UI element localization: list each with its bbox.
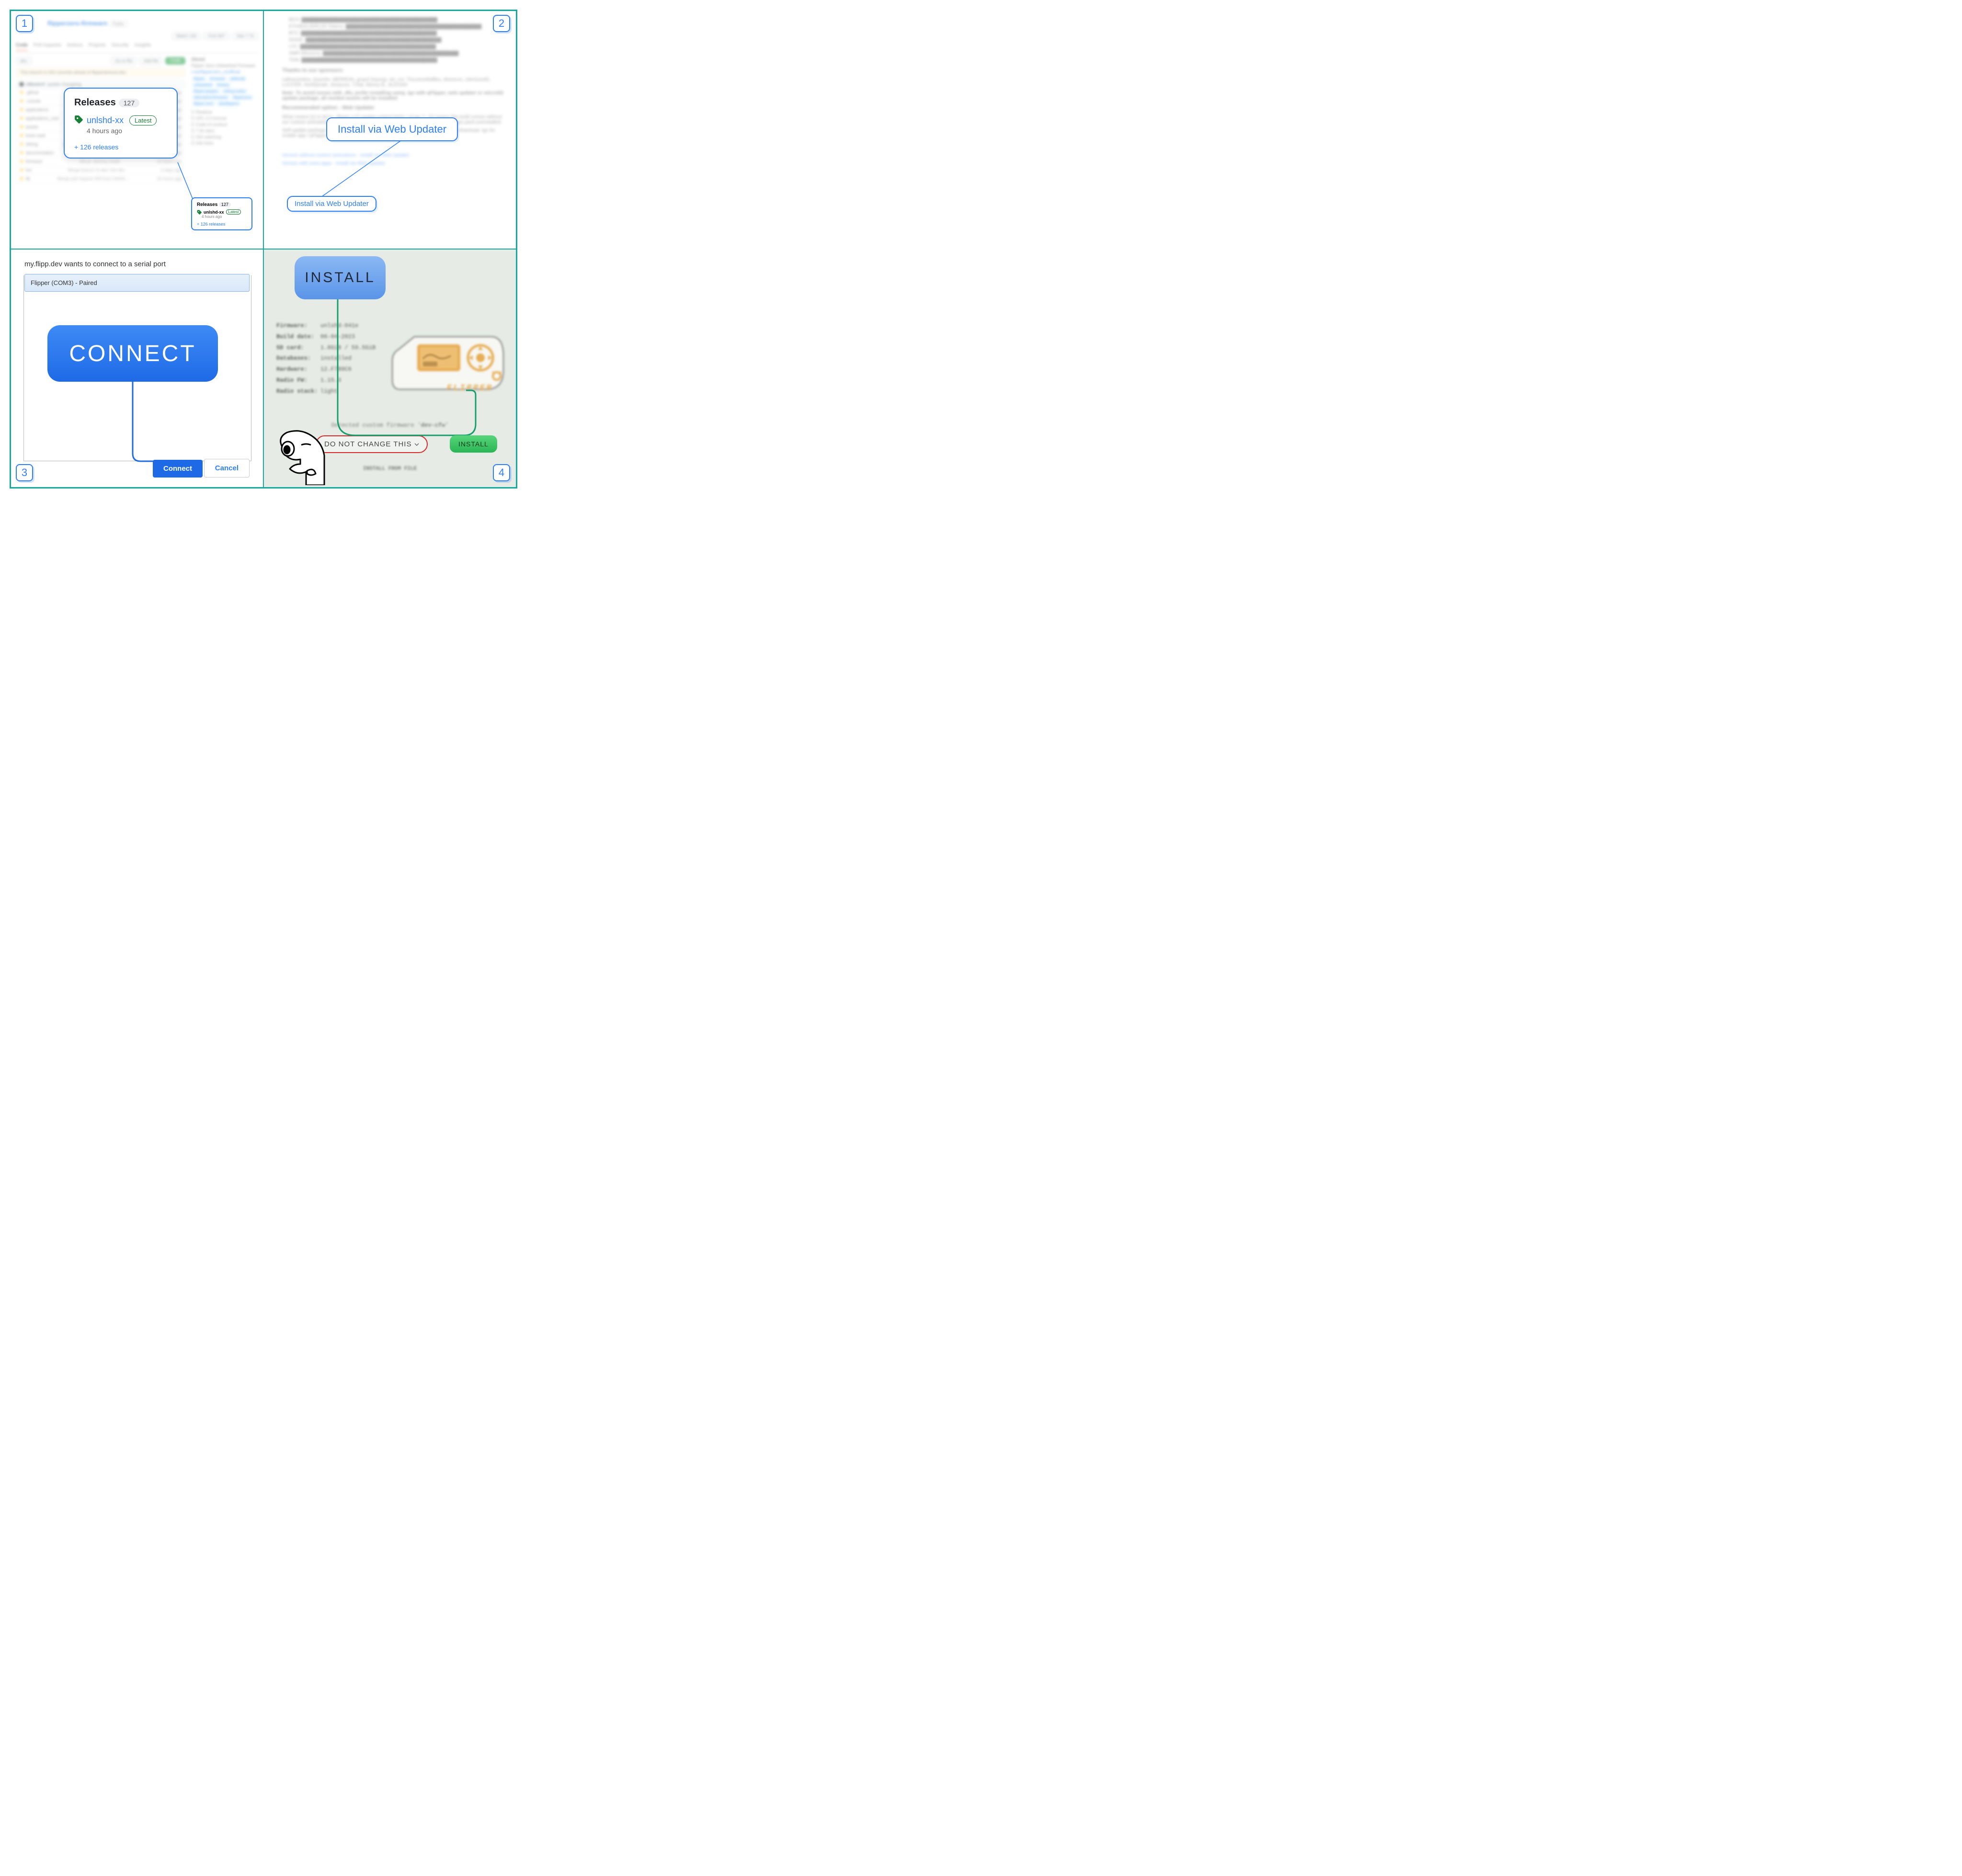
donation-address: BTC: ███████████████████████████████████… (289, 31, 506, 36)
donation-address: DOGE: ██████████████████████████████████… (289, 37, 506, 43)
releases-count-mini: 127 (219, 202, 231, 207)
topic-tag[interactable]: flipper (192, 76, 207, 81)
instruction-grid: 1 flipperzero-firmwarePublic Watch 132 F… (10, 10, 517, 489)
star-button[interactable]: Star 7.7k (232, 32, 258, 40)
step-badge-2: 2 (493, 15, 510, 32)
flipper-brand-label: FLIPPER (446, 384, 493, 393)
dolphin-mascot-icon (273, 428, 335, 485)
step-badge-1: 1 (16, 15, 33, 32)
tab-projects[interactable]: Projects (89, 43, 106, 51)
sidebar-meta-item[interactable]: ⎘ 646 forks (191, 141, 258, 146)
dnc-label: DO NOT CHANGE THIS (324, 440, 411, 448)
commit-author[interactable]: xMasterX (26, 82, 45, 87)
topic-tag[interactable]: darkflippers (217, 101, 241, 106)
tab-code[interactable]: Code (16, 43, 28, 51)
donation-address: LTC: ███████████████████████████████████… (289, 44, 506, 49)
install-button[interactable]: INSTALL (450, 435, 497, 453)
topic-tag[interactable]: rolling-codes (221, 89, 248, 94)
tab-insights[interactable]: Insights (135, 43, 151, 51)
recommended-heading: Recommended option - Web Updater (282, 105, 506, 111)
tab-actions[interactable]: Actions (67, 43, 83, 51)
release-name[interactable]: unlshd-xx (87, 115, 124, 125)
topic-tag[interactable]: flipperzero (231, 95, 253, 100)
donation-address: ETH/BSC/ERC20-Tokens: ██████████████████… (289, 24, 506, 29)
leader-line (131, 382, 188, 463)
release-name-mini[interactable]: unlshd-xx (204, 210, 224, 215)
sidebar-meta-item[interactable]: ⎘ 324 watching (191, 135, 258, 140)
release-age-mini: 4 hours ago (202, 215, 247, 219)
code-button[interactable]: Code (165, 57, 185, 65)
go-to-file-button[interactable]: Go to file (111, 57, 137, 65)
file-row[interactable]: furiMerge branch 'fz-dev' into dev3 days… (16, 166, 185, 175)
sidebar-meta-item[interactable]: ⎘ 7.2k stars (191, 128, 258, 134)
step-panel-1: 1 flipperzero-firmwarePublic Watch 132 F… (11, 11, 263, 249)
cancel-button[interactable]: Cancel (204, 459, 250, 478)
branch-ahead-note: This branch is 943 commits ahead of flip… (16, 68, 185, 77)
chevron-down-icon (414, 442, 419, 447)
install-callout-zoom: INSTALL (295, 256, 386, 299)
releases-count: 127 (119, 99, 139, 107)
connect-button[interactable]: Connect (153, 460, 203, 478)
sidebar-meta-item[interactable]: ⎘ Code of conduct (191, 122, 258, 127)
topic-tag[interactable]: flipper-plugins (192, 89, 220, 94)
donation-address: TON: ███████████████████████████████████… (289, 57, 506, 63)
releases-heading-mini: Releases (197, 202, 217, 207)
more-releases-link[interactable]: + 126 releases (74, 143, 167, 151)
topic-tag[interactable]: keeloq (215, 82, 231, 88)
releases-heading: Releases (74, 97, 116, 108)
donation-address: BCH: ███████████████████████████████████… (289, 17, 506, 23)
thanks-body: callmezimbra, Quen0n, MERRON, grvpvl (lv… (282, 77, 506, 88)
step-panel-3: 3 my.flipp.dev wants to connect to a ser… (11, 249, 263, 488)
latest-badge-mini: Latest (226, 209, 241, 215)
web-updater-callout-zoom: Install via Web Updater (326, 117, 458, 141)
step-badge-3: 3 (16, 464, 33, 481)
watch-button[interactable]: Watch 132 (172, 32, 201, 40)
step-panel-4: 4 Firmware:unlshd-041e Build date:06-04-… (263, 249, 516, 488)
releases-callout-zoom: Releases127 unlshd-xx Latest 4 hours ago… (64, 88, 178, 159)
web-updater-link-actual[interactable]: Install via Web Updater (287, 196, 376, 212)
repo-name[interactable]: flipperzero-firmware (47, 20, 107, 27)
file-row[interactable]: libMerge pull request #69 from h4sh5/…15… (16, 175, 185, 183)
more-releases-link-mini[interactable]: + 126 releases (197, 222, 247, 227)
tab-security[interactable]: Security (112, 43, 129, 51)
serial-prompt-text: my.flipp.dev wants to connect to a seria… (24, 260, 250, 268)
commit-message: update changelog (47, 82, 81, 87)
about-heading: About (191, 57, 258, 62)
add-file-button[interactable]: Add file (139, 57, 162, 65)
tag-icon (197, 210, 202, 215)
release-age: 4 hours ago (87, 127, 167, 135)
branch-select[interactable]: dev (16, 57, 32, 65)
file-row[interactable]: firmwareofw pr: dummy mode12 hours ago (16, 158, 185, 166)
serial-device-option[interactable]: Flipper (COM3) - Paired (24, 274, 250, 292)
topic-tag[interactable]: alternative-firmware (192, 95, 230, 100)
sidebar-meta-item[interactable]: ⎘ GPL-3.0 license (191, 116, 258, 121)
link-extra-apps[interactable]: Version with extra apps - Install via We… (282, 161, 506, 166)
link-no-anim[interactable]: Version without custom animations - Inst… (282, 153, 506, 158)
tag-icon (74, 115, 83, 126)
topic-tag[interactable]: flipper-zero (192, 101, 216, 106)
device-info-table: Firmware:unlshd-041e Build date:06-04-20… (276, 320, 376, 397)
topic-tag[interactable]: firmware (208, 76, 228, 81)
sidebar-meta-item[interactable]: ⎘ Readme (191, 110, 258, 115)
step-badge-4: 4 (493, 464, 510, 481)
step-panel-2: 2 BCH: █████████████████████████████████… (263, 11, 516, 249)
topic-tag[interactable]: jailbreak (228, 76, 247, 81)
topic-tag[interactable]: unleashed (192, 82, 214, 88)
fork-button[interactable]: Fork 847 (204, 32, 229, 40)
latest-badge: Latest (129, 115, 157, 125)
donation-address: XMR (Monero): ██████████████████████████… (289, 51, 506, 56)
releases-card-actual[interactable]: Releases 127 unlshd-xx Latest 4 hours ag… (191, 197, 252, 230)
visibility-badge: Public (109, 21, 128, 27)
about-link[interactable]: t.me/flipperzero_unofficial (191, 69, 258, 74)
thanks-heading: Thanks to our sponsors: (282, 68, 506, 73)
about-description: Flipper Zero Unleashed Firmware (191, 63, 258, 68)
tab-pulls[interactable]: Pull requests (34, 43, 61, 51)
connect-callout-zoom: CONNECT (47, 325, 218, 382)
install-note: Note: To avoid issues with .dfu, prefer … (282, 91, 506, 101)
